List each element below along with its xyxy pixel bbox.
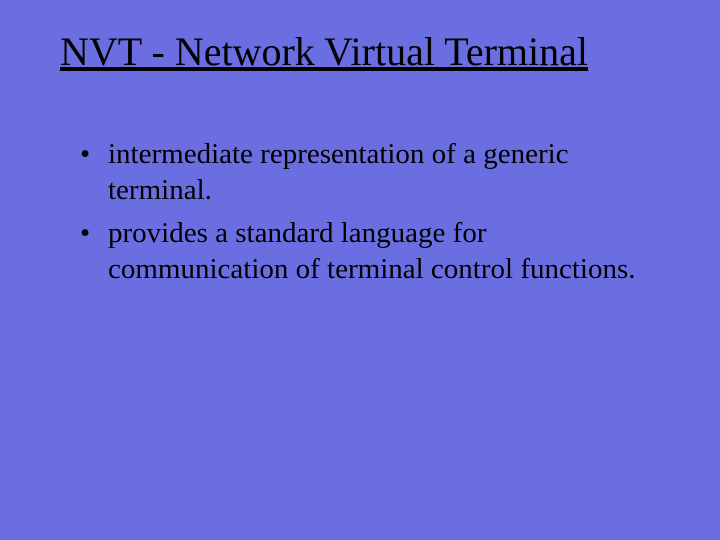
bullet-list: intermediate representation of a generic…	[60, 136, 670, 287]
list-item: provides a standard language for communi…	[80, 215, 670, 288]
slide-title: NVT - Network Virtual Terminal	[60, 28, 670, 76]
slide: NVT - Network Virtual Terminal intermedi…	[0, 0, 720, 540]
list-item: intermediate representation of a generic…	[80, 136, 670, 209]
